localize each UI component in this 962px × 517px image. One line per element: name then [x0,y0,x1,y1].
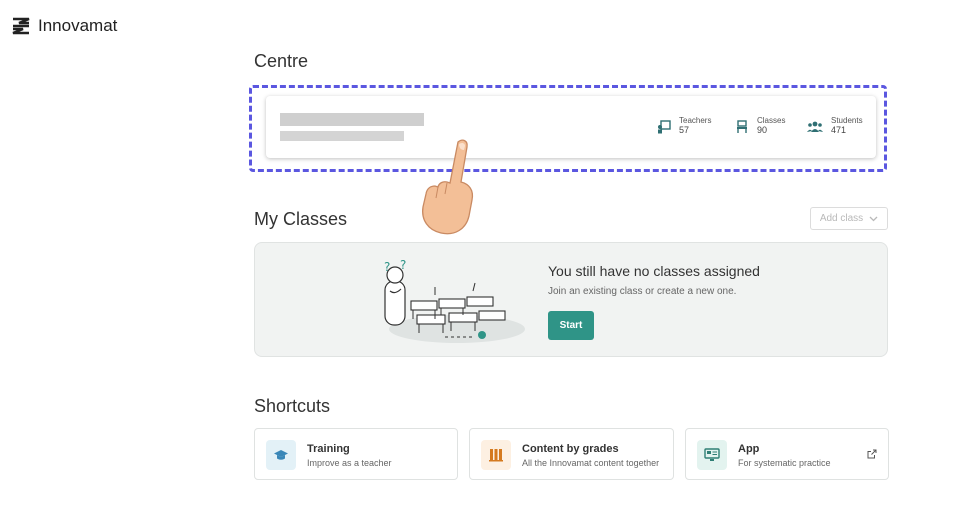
books-icon [481,440,511,470]
shortcut-content-by-grades[interactable]: Content by grades All the Innovamat cont… [469,428,674,480]
brand-logo[interactable]: Innovamat [12,16,117,36]
innovamat-logo-icon [12,17,30,35]
stat-classes: Classes 90 [735,116,785,135]
empty-subtitle: Join an existing class or create a new o… [548,286,737,297]
shortcuts-title: Shortcuts [254,396,331,416]
empty-classes-card: ? ? You still have no classes assigned J… [254,242,888,357]
centre-title: Centre [254,51,309,71]
teacher-icon [658,120,671,134]
add-class-button[interactable]: Add class [810,207,888,230]
centre-card[interactable]: Teachers 57 Classes 90 Students 471 [266,96,876,158]
graduation-cap-icon [266,440,296,470]
centre-address-placeholder [280,131,404,141]
svg-text:?: ? [384,260,390,274]
stat-teachers: Teachers 57 [657,116,711,135]
chair-icon [737,120,747,133]
chevron-down-icon [869,216,878,221]
external-link-icon[interactable] [867,449,877,459]
brand-name: Innovamat [38,16,118,35]
monitor-icon [697,440,727,470]
stat-students: Students 471 [807,116,863,135]
empty-title: You still have no classes assigned [548,263,760,279]
centre-name-placeholder [280,113,424,126]
svg-text:?: ? [400,259,406,272]
start-button[interactable]: Start [548,311,594,340]
students-icon [807,121,823,132]
pointing-hand-icon [422,139,474,235]
shortcut-training[interactable]: Training Improve as a teacher [254,428,458,480]
empty-classroom-illustration: ? ? [384,259,525,343]
my-classes-title: My Classes [254,209,348,229]
shortcut-app[interactable]: App For systematic practice [685,428,889,480]
